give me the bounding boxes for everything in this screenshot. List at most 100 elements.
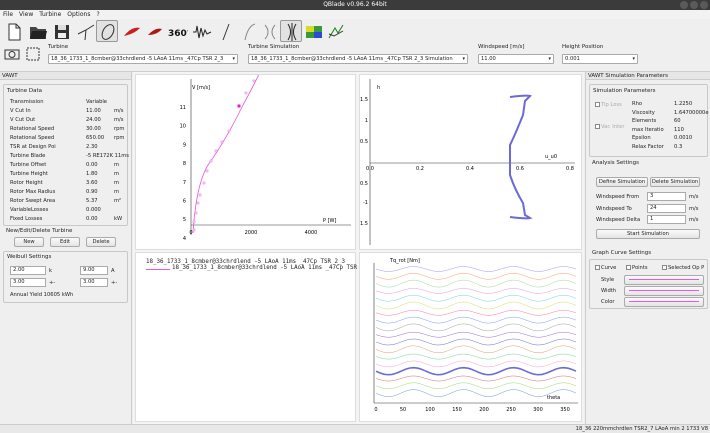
- close-button[interactable]: [700, 1, 708, 9]
- ws-from-input[interactable]: 3: [647, 192, 686, 201]
- open-folder-icon[interactable]: [26, 20, 48, 42]
- ws-delta-input[interactable]: 1: [647, 215, 686, 224]
- torque-series-line: [375, 266, 577, 272]
- y-tick-label: 0.5: [360, 139, 368, 145]
- 360-label: 360°: [168, 29, 188, 39]
- dms-icon[interactable]: [238, 20, 260, 42]
- windspeed-select-value: 11.00: [481, 56, 496, 62]
- points-label: Points: [632, 265, 648, 271]
- weibull-k-label: k: [49, 268, 53, 274]
- y-axis-label: h: [377, 85, 380, 91]
- selected-op-checkbox[interactable]: Selected Op P: [662, 265, 704, 271]
- polar-icon[interactable]: [143, 20, 165, 42]
- new-turbine-button[interactable]: New: [14, 237, 44, 247]
- y-tick-label: 10: [180, 124, 186, 130]
- turbine-select[interactable]: 18_36_1733_1_8cmber@33chrdlend -5 LAoA 1…: [48, 54, 238, 64]
- curve-checkbox[interactable]: Curve: [595, 265, 616, 271]
- start-simulation-button[interactable]: Start Simulation: [596, 229, 700, 239]
- curve-point: [202, 181, 206, 185]
- blade-design-icon[interactable]: [120, 20, 142, 42]
- style-button[interactable]: [624, 275, 704, 285]
- turbine-data-label: VariableLosses: [10, 207, 49, 213]
- menu-view[interactable]: View: [16, 10, 36, 19]
- width-swatch: [629, 290, 699, 291]
- weibull-a-pm: +-: [111, 280, 118, 286]
- color-label: Color: [601, 299, 615, 305]
- width-button[interactable]: [624, 286, 704, 296]
- weibull-a-step-input[interactable]: 3.00: [80, 278, 108, 287]
- torque-graph[interactable]: Tq_rot [Nm] theta 0 50 100 150 200 250 300 350: [359, 252, 582, 422]
- new-file-icon[interactable]: [2, 20, 24, 42]
- turbine-data-value: 11.00: [86, 108, 101, 114]
- ws-to-label: Windspeed To: [596, 206, 632, 212]
- turbine-data-value: 24.00: [86, 117, 101, 123]
- weibull-a-input[interactable]: 9.00: [80, 266, 108, 275]
- airfoil-icon[interactable]: [74, 20, 96, 42]
- turbine-data-value: 650.00: [86, 135, 105, 141]
- curve-label: Curve: [601, 265, 617, 271]
- y-tick-label: 1.5: [360, 97, 368, 103]
- menu-turbine[interactable]: Turbine: [36, 10, 64, 19]
- color-button[interactable]: [624, 297, 704, 307]
- width-label: Width: [601, 288, 617, 294]
- turbine-data-unit: m/s: [114, 117, 124, 123]
- minimize-button[interactable]: [680, 1, 688, 9]
- height-select[interactable]: 0.001 ▾: [562, 54, 638, 64]
- y-tick-label: 11: [180, 105, 186, 111]
- sim-param-label: Viscosity: [632, 109, 655, 116]
- turbine-data-value: 5.37: [86, 198, 98, 204]
- curve-point: [214, 149, 218, 153]
- simulation-params-group: Simulation Parameters Tip Loss Var. Inte…: [589, 84, 709, 157]
- hawt-icon[interactable]: [214, 20, 236, 42]
- delete-simulation-button[interactable]: Delete Simulation: [650, 177, 700, 187]
- delete-turbine-button[interactable]: Delete: [86, 237, 116, 247]
- windspeed-label: Windspeed [m/s]: [478, 44, 525, 50]
- weibull-k-input[interactable]: 2.00: [10, 266, 46, 275]
- sim-param-value: 1.64700000e: [674, 109, 709, 116]
- var-inter-checkbox[interactable]: Var. Inter: [595, 124, 624, 130]
- turbine-module-icon[interactable]: [280, 20, 302, 42]
- vawt-icon[interactable]: [258, 20, 280, 42]
- x-tick-label: 50: [400, 407, 406, 413]
- power-curve-graph[interactable]: V [m/s] P [W] 11 10 9 8 7 6 5 4 0 2000 4000: [135, 69, 356, 250]
- select-area-icon[interactable]: [24, 45, 42, 65]
- window-title: QBlade v0.96.2 64bit: [323, 1, 387, 8]
- legend-panel: 18_36_1733_1_8cmber@33chrdlend -5 LAoA 1…: [135, 252, 409, 422]
- velocity-profile-graph[interactable]: h u_u0 0.0 0.2 0.4 0.6 0.8 1.5 1 0.5 -0.5 -1 -1.5: [358, 74, 582, 250]
- weibull-k-pm: +-: [49, 280, 56, 286]
- maximize-button[interactable]: [690, 1, 698, 9]
- tip-loss-checkbox[interactable]: Tip Loss: [595, 102, 622, 108]
- selected-point: [237, 104, 241, 108]
- turbine-data-unit: m: [114, 162, 120, 168]
- menu-options[interactable]: Options: [64, 10, 93, 19]
- turbine-data-value: 30.00: [86, 126, 101, 132]
- airfoil-design-icon[interactable]: [96, 20, 118, 42]
- torque-series-line: [375, 382, 577, 390]
- save-icon[interactable]: [50, 20, 72, 42]
- menu-file[interactable]: File: [0, 10, 16, 19]
- 360-extrapolation-icon[interactable]: 360°: [166, 20, 191, 42]
- sim-param-label: Rho: [632, 101, 643, 107]
- height-select-value: 0.001: [565, 56, 580, 62]
- windspeed-select[interactable]: 11.00 ▾: [478, 54, 554, 64]
- y-tick-label: 4: [183, 236, 186, 242]
- y-tick-label: 9: [183, 142, 186, 148]
- view-toggle-icon[interactable]: [3, 45, 21, 65]
- define-simulation-button[interactable]: Define Simulation: [596, 177, 648, 187]
- ws-to-input[interactable]: 24: [647, 204, 686, 213]
- curve-point: [209, 159, 213, 163]
- y-tick-label: 7: [183, 180, 186, 186]
- points-checkbox[interactable]: Points: [626, 265, 648, 271]
- menu-help[interactable]: ?: [93, 10, 102, 19]
- turbine-data-unit: rpm: [114, 126, 125, 132]
- graph-area: V [m/s] P [W] 11 10 9 8 7 6 5 4 0 2000 4000 h u_u…: [133, 69, 584, 424]
- vawt-panel-title: VAWT: [0, 72, 131, 80]
- wind-field-icon[interactable]: [302, 20, 324, 42]
- turbulence-icon[interactable]: [190, 20, 212, 42]
- y-axis-label: Tq_rot [Nm]: [389, 258, 420, 264]
- edit-turbine-button[interactable]: Edit: [50, 237, 80, 247]
- torque-series-line: [375, 338, 577, 346]
- graph-export-icon[interactable]: [324, 20, 346, 42]
- weibull-k-step-input[interactable]: 3.00: [10, 278, 46, 287]
- simulation-select[interactable]: 18_36_1733_1_8cmber@33chrdlend -5 LAoA 1…: [248, 54, 468, 64]
